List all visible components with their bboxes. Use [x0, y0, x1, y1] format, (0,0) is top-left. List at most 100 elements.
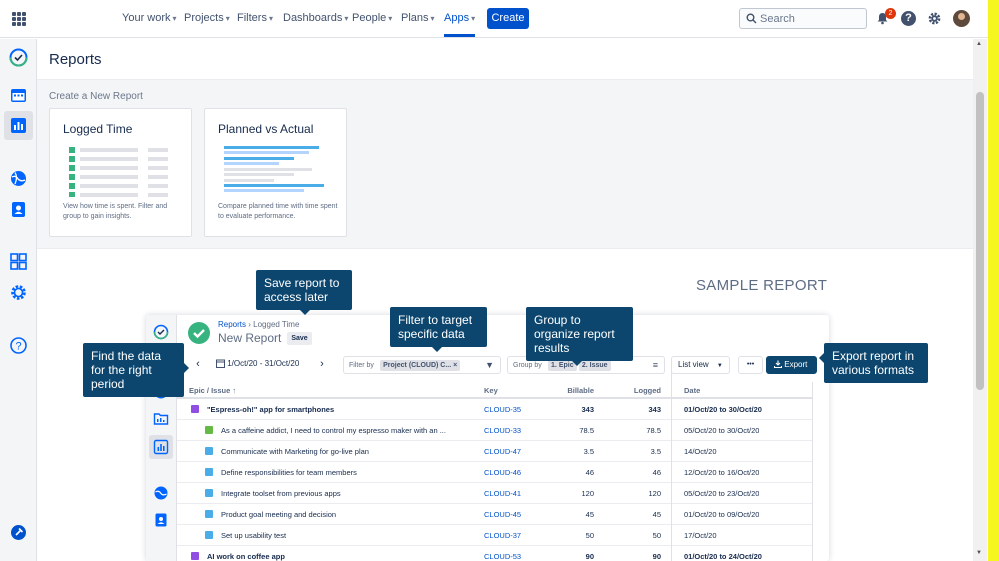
callout-export: Export report in various formats: [819, 343, 928, 383]
task-type-icon: [205, 531, 213, 539]
next-period-button[interactable]: ›: [314, 356, 330, 374]
breadcrumb: Reports › Logged Time: [218, 320, 299, 329]
nav-projects[interactable]: Projects ▾: [184, 12, 230, 24]
issue-summary[interactable]: Define responsibilities for team members: [221, 468, 483, 477]
issue-key-link[interactable]: CLOUD-45: [484, 510, 521, 519]
contact-card-icon[interactable]: [9, 200, 28, 219]
col-logged[interactable]: Logged: [617, 386, 661, 395]
nav-your-work[interactable]: Your work ▾: [122, 12, 177, 24]
save-report-button[interactable]: Save: [287, 332, 312, 345]
export-label: Export: [784, 360, 808, 369]
apps-grid-icon[interactable]: [9, 252, 28, 271]
table-row[interactable]: Communicate with Marketing for go-live p…: [177, 441, 812, 462]
pin-icon[interactable]: [9, 523, 28, 542]
table-row[interactable]: Integrate toolset from previous apps CLOU…: [177, 483, 812, 504]
issue-summary[interactable]: "Espress-oh!" app for smartphones: [207, 405, 483, 414]
group-menu-icon[interactable]: ≡: [653, 357, 658, 373]
issue-key-link[interactable]: CLOUD-35: [484, 405, 521, 414]
scrollbar-thumb[interactable]: [976, 92, 984, 390]
report-title[interactable]: New Report: [218, 331, 281, 345]
settings-icon[interactable]: [9, 283, 28, 302]
card-title: Logged Time: [63, 122, 133, 136]
more-actions-button[interactable]: •••: [738, 356, 763, 374]
help-circle-icon[interactable]: ?: [9, 336, 28, 355]
issue-summary[interactable]: As a caffeine addict, I need to control …: [221, 426, 483, 435]
issue-summary[interactable]: Communicate with Marketing for go-live p…: [221, 447, 483, 456]
issue-key-link[interactable]: CLOUD-33: [484, 426, 521, 435]
filter-chip[interactable]: Project (CLOUD) C... ×: [380, 360, 461, 371]
table-row[interactable]: As a caffeine addict, I need to control …: [177, 420, 812, 441]
filter-control[interactable]: Filter by Project (CLOUD) C... × ▼: [343, 356, 501, 374]
callout-group: Group to organize report results: [526, 307, 633, 366]
chevron-down-icon: ▾: [344, 14, 349, 23]
create-report-section: Create a New Report Logged Time View how…: [37, 79, 973, 249]
nav-filters[interactable]: Filters ▾: [237, 12, 273, 24]
date-value: 17/Oct/20: [684, 531, 717, 540]
view-selector-label: List view: [678, 360, 709, 369]
issue-summary[interactable]: Product goal meeting and decision: [221, 510, 483, 519]
calendar-icon[interactable]: [9, 86, 28, 105]
issue-key-link[interactable]: CLOUD-47: [484, 447, 521, 456]
epic-type-icon: [191, 552, 199, 560]
scroll-down-arrow-icon[interactable]: ▼: [976, 550, 982, 556]
globe-icon[interactable]: [9, 169, 28, 188]
table-row[interactable]: "Espress-oh!" app for smartphones CLOUD-3…: [177, 399, 812, 420]
col-key[interactable]: Key: [484, 386, 498, 395]
group-chip-issue[interactable]: 2. Issue: [578, 360, 611, 371]
billable-value: 343: [581, 405, 594, 414]
planned-vs-actual-card[interactable]: Planned vs Actual Compare planned time w…: [204, 108, 347, 237]
date-value: 05/Oct/20 to 23/Oct/20: [684, 489, 760, 498]
export-button[interactable]: Export: [766, 356, 817, 374]
task-type-icon: [205, 489, 213, 497]
issue-summary[interactable]: Set up usability test: [221, 531, 483, 540]
breadcrumb-reports-link[interactable]: Reports: [218, 320, 246, 329]
logged-value: 50: [652, 531, 661, 540]
sort-up-icon[interactable]: ↑: [232, 386, 236, 395]
col-epic-issue[interactable]: Epic / Issue ↑: [189, 386, 236, 395]
contact-card-icon: [155, 513, 167, 527]
help-icon[interactable]: ?: [901, 11, 916, 26]
issue-key-link[interactable]: CLOUD-46: [484, 468, 521, 477]
issue-key-link[interactable]: CLOUD-41: [484, 489, 521, 498]
issue-summary[interactable]: Integrate toolset from previous apps: [221, 489, 483, 498]
scroll-up-arrow-icon[interactable]: ▲: [976, 41, 982, 47]
table-row[interactable]: Product goal meeting and decision CLOUD-4…: [177, 504, 812, 525]
col-billable[interactable]: Billable: [552, 386, 594, 395]
date-range-picker[interactable]: 1/Oct/20 - 31/Oct/20: [210, 356, 312, 374]
table-row[interactable]: AI work on coffee app CLOUD-53 90 90 01/Oct/…: [177, 546, 812, 561]
issue-key-link[interactable]: CLOUD-53: [484, 552, 521, 561]
reports-chart-icon[interactable]: [9, 116, 28, 135]
view-selector[interactable]: List view ▼: [671, 356, 730, 374]
app-switcher-icon[interactable]: [12, 12, 26, 26]
issue-summary[interactable]: AI work on coffee app: [207, 552, 483, 561]
logged-time-thumbnail: [63, 143, 178, 198]
date-value: 05/Oct/20 to 30/Oct/20: [684, 426, 760, 435]
billable-value: 90: [585, 552, 594, 561]
logged-time-card[interactable]: Logged Time View how time is spent. Filt…: [49, 108, 192, 237]
logged-value: 3.5: [650, 447, 661, 456]
settings-gear-icon[interactable]: [927, 11, 942, 26]
task-type-icon: [205, 510, 213, 518]
app-logo-icon[interactable]: [9, 48, 28, 67]
table-row[interactable]: Define responsibilities for team members…: [177, 462, 812, 483]
table-row[interactable]: Set up usability test CLOUD-37 50 50 17/Oct/…: [177, 525, 812, 546]
remove-chip-icon[interactable]: ×: [453, 362, 457, 369]
report-status-check-icon: [188, 322, 210, 344]
search-placeholder: Search: [760, 13, 795, 25]
callout-save: Save report to access later: [256, 270, 352, 315]
nav-dashboards[interactable]: Dashboards ▾: [283, 12, 348, 24]
search-input[interactable]: Search: [739, 8, 867, 29]
user-avatar[interactable]: [953, 10, 970, 27]
create-button[interactable]: Create: [487, 8, 529, 29]
sample-report-label: SAMPLE REPORT: [696, 277, 828, 294]
nav-plans[interactable]: Plans ▾: [401, 12, 435, 24]
date-value: 12/Oct/20 to 16/Oct/20: [684, 468, 760, 477]
nav-apps[interactable]: Apps ▾: [444, 12, 476, 37]
issue-key-link[interactable]: CLOUD-37: [484, 531, 521, 540]
column-divider: [671, 367, 672, 561]
logged-value: 120: [648, 489, 661, 498]
col-date[interactable]: Date: [684, 386, 700, 395]
nav-people[interactable]: People ▾: [352, 12, 392, 24]
filter-funnel-icon[interactable]: ▼: [485, 357, 494, 373]
chevron-down-icon: ▾: [268, 14, 273, 23]
